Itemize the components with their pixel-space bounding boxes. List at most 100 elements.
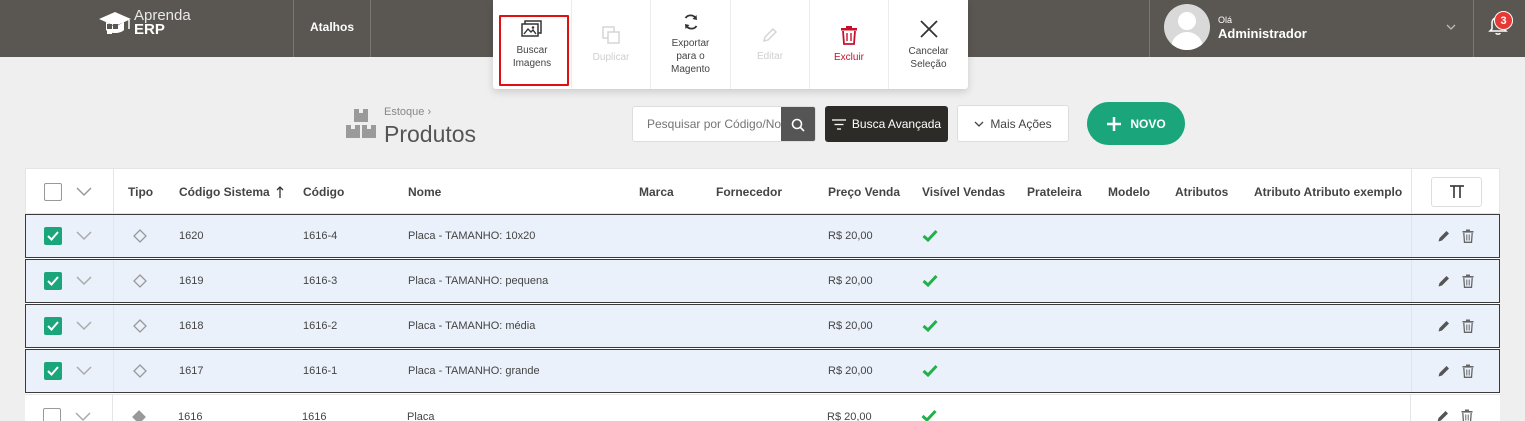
pencil-icon[interactable] [1437,229,1451,243]
chevron-down-icon[interactable] [76,320,92,332]
checkbox-empty-icon [43,407,61,421]
chevron-down-icon[interactable] [76,186,92,198]
table-row[interactable]: 1616 1616 Placa R$ 20,00 [25,394,1500,421]
breadcrumb-stock[interactable]: Estoque [384,106,424,118]
column-header[interactable]: Atributo Atributo exemplo [1254,169,1402,215]
chevron-down-icon[interactable] [75,411,91,421]
column-header[interactable]: Marca [639,169,674,215]
trash-icon[interactable] [1462,319,1474,333]
cell-nome: Placa - TAMANHO: média [408,320,536,332]
action-label: Cancelar [908,45,949,57]
user-menu[interactable]: Olá Administrador [1164,4,1307,50]
checkbox-checked-icon [44,227,62,245]
trash-icon[interactable] [1461,409,1473,421]
action-label: para o [676,51,705,62]
action-label: Imagens [512,57,552,69]
column-header[interactable]: Tipo [128,169,153,215]
variation-diamond-icon [133,364,147,378]
column-header[interactable]: Visível Vendas [922,169,1005,215]
cell-codigo: 1616-3 [303,275,338,287]
column-header[interactable]: Prateleira [1027,169,1082,215]
cancel-selection-button[interactable]: Cancelar Seleção [889,0,968,89]
cell-codigo-sistema: 1618 [179,320,204,332]
cell-preco-venda: R$ 20,00 [828,365,873,377]
row-checkbox[interactable] [44,305,62,347]
divider [1411,215,1412,257]
breadcrumb[interactable]: Estoque › [384,106,431,118]
more-actions-button[interactable]: Mais Ações [957,105,1069,142]
search-button[interactable] [781,107,815,141]
product-diamond-icon [132,410,146,421]
cell-codigo-sistema: 1617 [179,365,204,377]
export-magento-button[interactable]: Exportar para o Magento [651,0,731,89]
search-input[interactable] [633,107,781,141]
cell-preco-venda: R$ 20,00 [828,320,873,332]
chevron-right-icon: › [427,106,432,118]
close-icon [919,19,938,38]
variation-diamond-icon [133,319,147,333]
trash-icon[interactable] [1462,229,1474,243]
chevron-down-icon[interactable] [76,365,92,377]
column-header[interactable]: Nome [408,169,441,215]
shortcuts-menu[interactable]: Atalhos [294,0,370,57]
check-icon [922,364,938,377]
divider [370,0,371,57]
table-row[interactable]: 1617 1616-1 Placa - TAMANHO: grande R$ 20,0… [25,349,1500,393]
new-product-button[interactable]: NOVO [1087,102,1185,145]
column-header[interactable]: Atributos [1175,169,1228,215]
select-all-checkbox[interactable] [44,169,62,215]
pencil-icon[interactable] [1437,274,1451,288]
column-header[interactable]: Código [303,169,344,215]
variation-diamond-icon [133,274,147,288]
avatar [1164,4,1210,50]
chevron-down-icon[interactable] [76,230,92,242]
action-label: Exportar [671,38,710,49]
table-row[interactable]: 1620 1616-4 Placa - TAMANHO: 10x20 R$ 20,00 [25,214,1500,258]
divider [113,260,114,302]
table-header: Tipo Código Sistema Código Nome Marca Fo… [25,168,1500,215]
row-checkbox[interactable] [44,215,62,257]
column-header[interactable]: Modelo [1108,169,1150,215]
row-checkbox[interactable] [44,260,62,302]
column-header-label: Código Sistema [179,185,270,199]
duplicate-button[interactable]: Duplicar [572,0,651,89]
search-images-button[interactable]: Buscar Imagens [493,0,572,89]
action-label: Seleção [910,58,947,70]
column-settings-button[interactable] [1431,177,1482,207]
divider [1473,0,1474,57]
advanced-search-button[interactable]: Busca Avançada [825,106,948,142]
edit-button[interactable]: Editar [731,0,810,89]
sync-icon [684,14,697,30]
cell-preco-venda: R$ 20,00 [828,275,873,287]
column-header-sorted[interactable]: Código Sistema [179,169,284,215]
search-icon [791,118,805,132]
action-label: Buscar [516,44,548,56]
trash-icon[interactable] [1462,364,1474,378]
column-header[interactable]: Preço Venda [828,169,900,215]
trash-icon [841,26,857,45]
row-checkbox[interactable] [43,395,61,421]
table-row[interactable]: 1618 1616-2 Placa - TAMANHO: média R$ 20,00 [25,304,1500,348]
chevron-down-icon[interactable] [1444,20,1458,34]
delete-button[interactable]: Excluir [810,0,889,89]
row-checkbox[interactable] [44,350,62,392]
cell-codigo: 1616-4 [303,230,338,242]
cell-nome: Placa [407,410,435,421]
chevron-down-icon[interactable] [76,275,92,287]
checkbox-checked-icon [44,317,62,335]
table-row[interactable]: 1619 1616-3 Placa - TAMANHO: pequena R$ 20,… [25,259,1500,303]
cell-codigo: 1616 [302,410,327,421]
column-header[interactable]: Fornecedor [716,169,782,215]
checkbox-checked-icon [44,272,62,290]
app-logo[interactable]: Aprenda ERP [98,8,191,39]
chevron-down-icon [974,121,984,127]
boxes-icon [346,109,376,138]
pencil-icon[interactable] [1437,364,1451,378]
cell-codigo-sistema: 1620 [179,230,204,242]
divider [1411,350,1412,392]
pencil-icon[interactable] [1436,409,1450,421]
cell-preco-venda: R$ 20,00 [828,230,873,242]
trash-icon[interactable] [1462,274,1474,288]
divider [112,395,113,421]
pencil-icon[interactable] [1437,319,1451,333]
